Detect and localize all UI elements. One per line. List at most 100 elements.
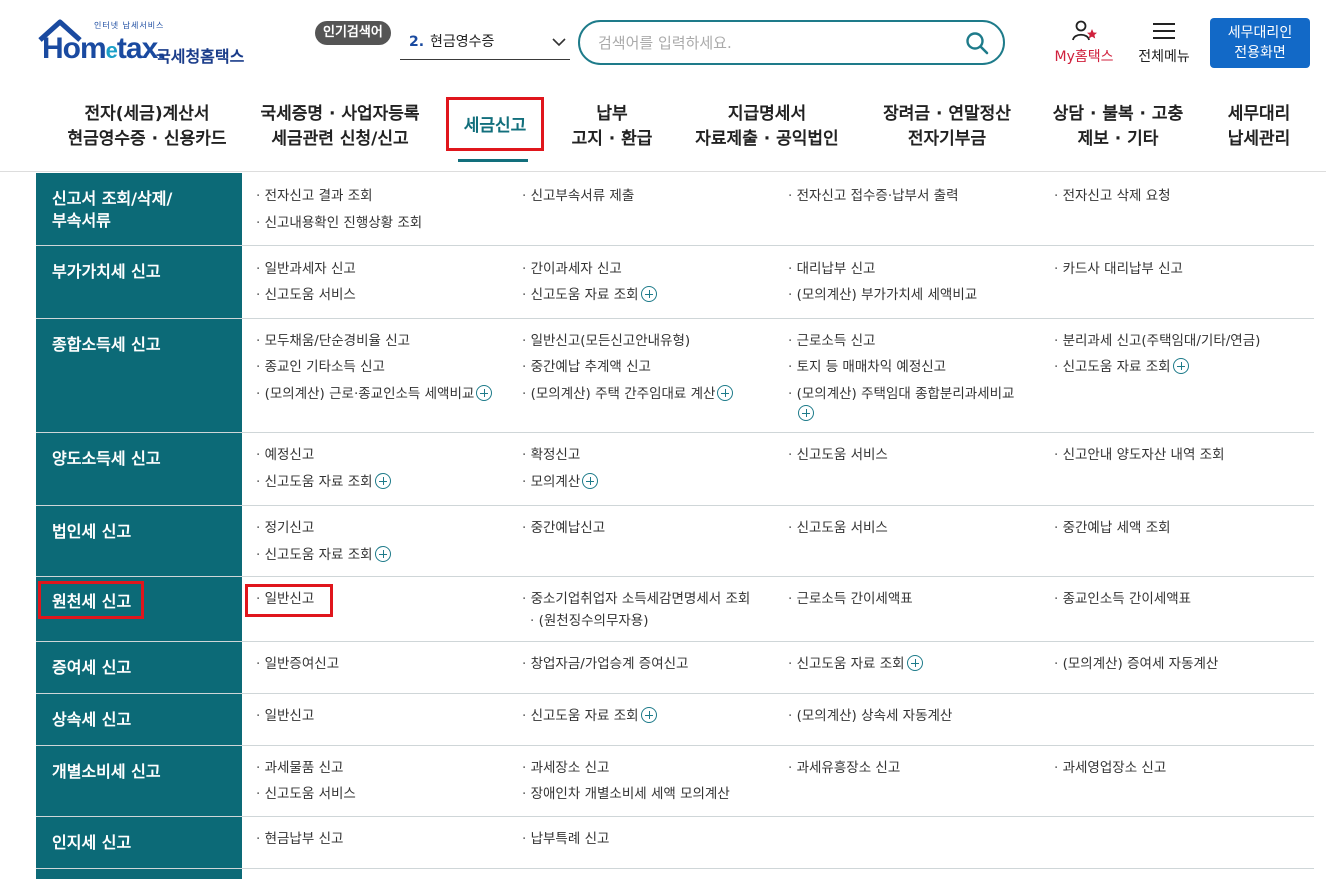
submenu-link[interactable]: 일반신고(모든신고안내유형) [522,328,691,354]
all-menu-label: 전체메뉴 [1138,49,1190,65]
nav-label: 납세관리 [1227,129,1291,149]
nav-label: 전자기부금 [907,129,987,149]
nav-item-e-invoice[interactable]: 전자(세금)계산서 현금영수증 · 신용카드 [52,102,242,152]
plus-circle-icon[interactable] [374,546,391,562]
submenu-link[interactable]: (모의계산) 근로·종교인소득 세액비교 [256,381,493,407]
submenu-row: 법인세 신고 정기신고 중간예납신고 신고도움 서비스 중간예납 세액 조회 신… [36,506,1314,577]
submenu-link[interactable]: 신고도움 자료 조회 [256,469,391,495]
submenu-link[interactable]: 대리납부 신고 [788,256,876,282]
chevron-down-icon [552,38,566,47]
nav-item-payment-statement[interactable]: 지급명세서 자료제출 · 공익법인 [680,102,854,152]
category-title: 상속세 신고 [52,710,132,729]
hometax-logo[interactable]: 인터넷 납세서비스 Hometax. 국세청홈택스 [38,16,258,72]
submenu-link[interactable]: 신고도움 자료 조회 [788,651,923,677]
nav-label: 자료제출 · 공익법인 [695,129,839,149]
submenu-link[interactable]: 창업자금/가업승계 증여신고 [522,651,689,677]
plus-circle-icon[interactable] [1172,358,1189,374]
nav-item-tax-filing[interactable]: 세금신고 [446,114,544,139]
submenu-link[interactable]: (모의계산) 증여세 자동계산 [1054,651,1219,677]
submenu-link[interactable]: 신고안내 양도자산 내역 조회 [1054,442,1225,468]
submenu-link[interactable]: 전자신고 결과 조회 [256,183,373,209]
submenu-link[interactable]: 전자신고 삭제 요청 [1054,183,1171,209]
submenu-link[interactable]: 카드사 대리납부 신고 [1054,256,1183,282]
agent-button-line1: 세무대리인 [1227,25,1293,41]
submenu-link[interactable]: 모두채움/단순경비율 신고 [256,328,410,354]
category-title: 신고서 조회/삭제/ 부속서류 [52,189,173,230]
submenu-link[interactable]: 중간예납 추계액 신고 [522,354,651,380]
submenu-link[interactable]: 신고내용확인 진행상황 조회 [256,210,423,236]
nav-item-consulting[interactable]: 상담 · 불복 · 고충 제보 · 기타 [1040,102,1196,152]
submenu-link[interactable]: 중간예납신고 [522,515,606,541]
submenu-link[interactable]: 일반신고 [256,586,315,612]
my-hometax-button[interactable]: My홈택스 [1048,20,1120,70]
submenu-link[interactable]: 신고도움 자료 조회 [256,542,391,568]
search-icon[interactable] [965,31,989,55]
all-menu-button[interactable]: 전체메뉴 [1132,20,1196,70]
active-tab-underline [458,159,528,162]
plus-circle-icon[interactable] [640,707,657,723]
plus-circle-icon[interactable] [906,655,923,671]
submenu-link[interactable]: 모의계산 [522,469,599,495]
popular-search-dropdown[interactable]: 2. 현금영수증 [400,24,570,60]
submenu-link[interactable]: 정기신고 [256,515,315,541]
submenu-link[interactable]: 신고도움 서비스 [256,282,356,308]
submenu-link[interactable]: 과세유흥장소 신고 [788,755,901,781]
submenu-link[interactable]: 납부특례 신고 [522,826,610,852]
submenu-link[interactable]: (모의계산) 주택 간주임대료 계산 [522,381,734,407]
submenu-link[interactable]: 신고도움 자료 조회 [1054,354,1189,380]
submenu-link[interactable]: 과세물품 신고 [256,755,344,781]
submenu-link[interactable]: 종교인 기타소득 신고 [256,354,385,380]
submenu-link[interactable]: 확정신고 [522,442,581,468]
plus-circle-icon[interactable] [798,405,814,421]
category-title: 부가가치세 신고 [52,262,161,281]
submenu-link[interactable]: (모의계산) 주택임대 종합분리과세비교 [788,381,1015,407]
submenu-link[interactable]: 중간예납 세액 조회 [1054,515,1171,541]
submenu-link[interactable]: (모의계산) 상속세 자동계산 [788,703,953,729]
submenu-link[interactable]: 신고도움 서비스 [788,515,888,541]
logo-korean-name: 국세청홈택스 [156,47,245,66]
submenu-link[interactable]: 근로소득 간이세액표 [788,586,913,612]
submenu-link[interactable]: 일반신고 [256,703,315,729]
submenu-row: 인지세 신고 현금납부 신고 납부특례 신고 [36,817,1314,869]
submenu-link[interactable]: 간이과세자 신고 [522,256,622,282]
plus-circle-icon[interactable] [476,385,493,401]
submenu-link[interactable]: 토지 등 매매차익 예정신고 [788,354,947,380]
nav-item-certificates[interactable]: 국세증명 · 사업자등록 세금관련 신청/신고 [248,102,432,152]
plus-circle-icon[interactable] [640,286,657,302]
submenu-row: 원천세 신고 일반신고 중소기업취업자 소득세감면명세서 조회 (원천징수의무자… [36,577,1314,642]
tax-agent-screen-button[interactable]: 세무대리인 전용화면 [1210,18,1310,68]
submenu-link[interactable]: 현금납부 신고 [256,826,344,852]
submenu-link[interactable]: 일반증여신고 [256,651,340,677]
popular-keyword: 현금영수증 [430,34,495,50]
submenu-link[interactable]: 신고도움 자료 조회 [522,282,657,308]
nav-item-incentive[interactable]: 장려금 · 연말정산 전자기부금 [870,102,1024,152]
submenu-link[interactable]: (모의계산) 부가가치세 세액비교 [788,282,978,308]
nav-label: 세금신고 [463,116,527,136]
plus-circle-icon[interactable] [374,473,391,489]
search-input[interactable] [598,31,958,55]
plus-circle-icon[interactable] [717,385,734,401]
nav-item-payment[interactable]: 납부 고지 · 환급 [560,102,664,152]
submenu-link[interactable]: 분리과세 신고(주택임대/기타/연금) [1054,328,1261,354]
plus-circle-icon[interactable] [582,473,599,489]
submenu-link[interactable]: 전자신고 접수증·납부서 출력 [788,183,959,209]
category-title: 인지세 신고 [52,833,132,852]
submenu-link[interactable]: 일반과세자 신고 [256,256,356,282]
submenu-link[interactable]: 장애인차 개별소비세 세액 모의계산 [522,781,730,807]
category-title: 증여세 신고 [52,658,132,677]
submenu-link[interactable]: 근로소득 신고 [788,328,876,354]
submenu-link-continuation[interactable]: (원천징수의무자용) [530,608,649,634]
nav-item-tax-agent[interactable]: 세무대리 납세관리 [1212,102,1306,152]
submenu-link[interactable]: 신고도움 서비스 [256,781,356,807]
agent-button-line2: 전용화면 [1234,45,1286,61]
submenu-link[interactable]: 종교인소득 간이세액표 [1054,586,1192,612]
submenu-link[interactable]: 과세장소 신고 [522,755,610,781]
submenu-link[interactable]: 신고도움 서비스 [788,442,888,468]
submenu-link[interactable]: 과세영업장소 신고 [1054,755,1167,781]
submenu-link[interactable]: 신고도움 자료 조회 [522,703,657,729]
nav-label: 상담 · 불복 · 고충 [1052,104,1184,124]
submenu-link[interactable]: 예정신고 [256,442,315,468]
submenu-row: 상속세 신고 일반신고 신고도움 자료 조회 (모의계산) 상속세 자동계산 [36,694,1314,746]
nav-label: 고지 · 환급 [571,129,653,149]
submenu-link[interactable]: 신고부속서류 제출 [522,183,635,209]
